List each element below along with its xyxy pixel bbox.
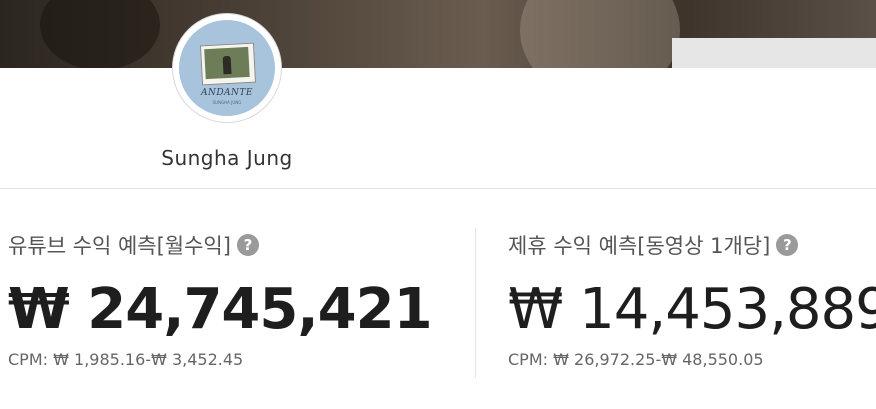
banner-shadow: [40, 0, 160, 68]
youtube-revenue-heading: 유튜브 수익 예측[월수익] ?: [8, 230, 432, 260]
sponsorship-revenue-heading: 제휴 수익 예측[동영상 1개당] ?: [508, 230, 876, 260]
youtube-revenue-section: 유튜브 수익 예측[월수익] ? ₩ 24,745,421 CPM: ₩ 1,9…: [8, 230, 433, 369]
question-circle-icon[interactable]: ?: [776, 234, 799, 256]
sponsorship-revenue-value: ₩ 14,453,889: [508, 277, 876, 342]
banner-highlight: [520, 0, 680, 68]
column-divider: [475, 228, 476, 378]
youtube-revenue-label: 유튜브 수익 예측[월수익]: [8, 234, 231, 258]
question-circle-icon[interactable]: ?: [236, 234, 259, 256]
avatar-photo: [199, 42, 257, 86]
youtube-revenue-value: ₩ 24,745,421: [8, 277, 433, 342]
banner-window: [672, 38, 876, 68]
avatar-album-subtitle: SUNGHA JUNG: [212, 100, 242, 105]
channel-name[interactable]: Sungha Jung: [0, 146, 454, 170]
sponsorship-revenue-cpm: CPM: ₩ 26,972.25-₩ 48,550.05: [508, 350, 764, 369]
youtube-revenue-cpm: CPM: ₩ 1,985.16-₩ 3,452.45: [8, 350, 244, 369]
section-divider: [0, 188, 876, 189]
avatar-image: ANDANTE SUNGHA JUNG: [179, 20, 275, 116]
avatar-album-title: ANDANTE: [200, 88, 254, 98]
sponsorship-revenue-label: 제휴 수익 예측[동영상 1개당]: [508, 234, 771, 258]
channel-avatar[interactable]: ANDANTE SUNGHA JUNG: [172, 13, 282, 123]
sponsorship-revenue-section: 제휴 수익 예측[동영상 1개당] ? ₩ 14,453,889 CPM: ₩ …: [508, 230, 876, 369]
channel-banner: [0, 0, 876, 68]
